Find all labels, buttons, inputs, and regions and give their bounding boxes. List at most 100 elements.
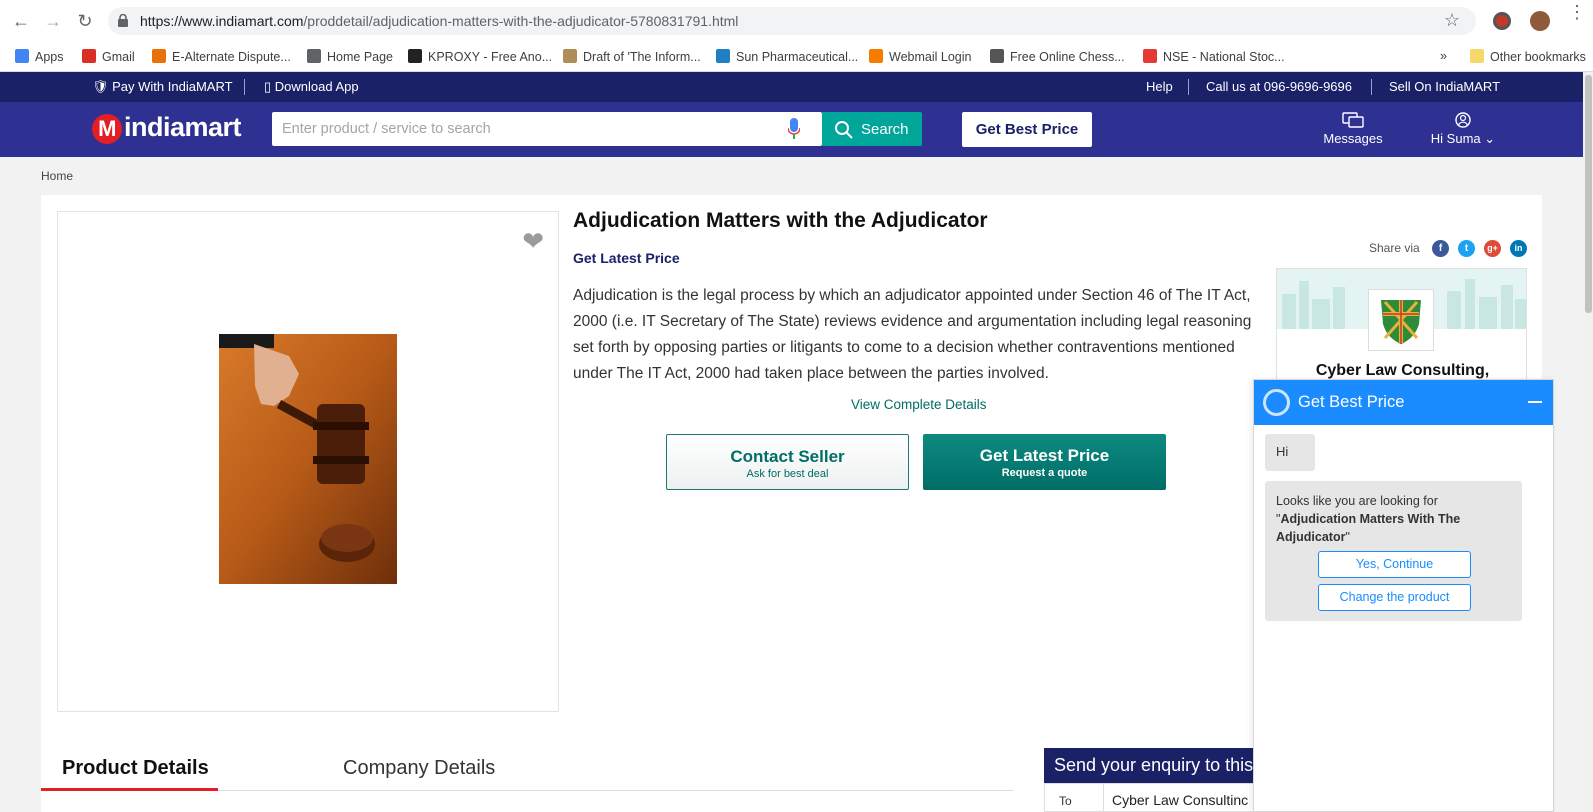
indiamart-logo[interactable]: Mindiamart xyxy=(92,112,242,146)
chat-header[interactable]: Get Best Price xyxy=(1254,380,1553,425)
chevron-down-icon: ⌄ xyxy=(1484,131,1496,146)
bookmarks-bar: » Other bookmarks Apps Gmail E-Alternate D… xyxy=(0,42,1593,72)
view-complete-details-link[interactable]: View Complete Details xyxy=(851,397,987,412)
bookmark-label: Webmail Login xyxy=(889,50,972,64)
url-path: /proddetail/adjudication-matters-with-th… xyxy=(303,13,739,29)
bookmark-label: Apps xyxy=(35,50,64,64)
download-app-link[interactable]: ▯ Download App xyxy=(264,79,359,95)
get-latest-price-link[interactable]: Get Latest Price xyxy=(573,250,680,266)
bookmark-item[interactable]: Gmail xyxy=(82,49,135,64)
bookmark-favicon-icon xyxy=(152,49,166,63)
bookmark-item[interactable]: KPROXY - Free Ano... xyxy=(408,49,552,64)
product-image[interactable] xyxy=(219,334,397,584)
extension-icon[interactable] xyxy=(1493,12,1511,30)
breadcrumb[interactable]: Home xyxy=(41,169,73,183)
minimize-icon[interactable] xyxy=(1528,401,1542,403)
top-strip: 🛡 Pay With IndiaMART ▯ Download App Help… xyxy=(0,72,1593,102)
yes-continue-button[interactable]: Yes, Continue xyxy=(1318,551,1471,578)
reload-icon[interactable]: ↻ xyxy=(74,10,96,32)
get-latest-price-label: Get Latest Price xyxy=(979,446,1110,465)
browser-menu-icon[interactable]: ⋮ xyxy=(1568,3,1586,21)
chat-widget: Get Best Price Hi Looks like you are loo… xyxy=(1253,379,1554,812)
chat-message-suffix: " xyxy=(1345,530,1350,544)
bookmark-label: Free Online Chess... xyxy=(1010,50,1125,64)
messages-icon xyxy=(1342,112,1364,128)
bookmarks-overflow-icon[interactable]: » xyxy=(1440,49,1447,63)
sell-on-indiamart-link[interactable]: Sell On IndiaMART xyxy=(1389,79,1500,94)
twitter-icon[interactable]: t xyxy=(1458,240,1475,257)
get-best-price-button[interactable]: Get Best Price xyxy=(962,112,1092,147)
contact-seller-sublabel: Ask for best deal xyxy=(746,468,829,480)
help-link[interactable]: Help xyxy=(1146,79,1173,94)
download-label: Download App xyxy=(274,79,359,94)
divider xyxy=(1371,79,1372,95)
user-menu[interactable]: Hi Suma ⌄ xyxy=(1428,112,1498,147)
bookmark-favicon-icon xyxy=(408,49,422,63)
divider xyxy=(1103,784,1104,811)
other-bookmarks-label: Other bookmarks xyxy=(1490,50,1586,64)
divider xyxy=(1188,79,1189,95)
get-latest-price-button[interactable]: Get Latest Price Request a quote xyxy=(923,434,1166,490)
bookmark-favicon-icon xyxy=(1143,49,1157,63)
contact-seller-button[interactable]: Contact Seller Ask for best deal xyxy=(666,434,909,490)
tab-product-details[interactable]: Product Details xyxy=(62,757,209,780)
url-text: https://www.indiamart.com/proddetail/adj… xyxy=(140,13,738,29)
active-tab-indicator xyxy=(41,788,218,791)
tab-company-details[interactable]: Company Details xyxy=(343,757,495,780)
share-via-label: Share via xyxy=(1369,241,1420,255)
bookmark-item[interactable]: E-Alternate Dispute... xyxy=(152,49,291,64)
forward-icon[interactable]: → xyxy=(42,10,64,32)
bookmark-item[interactable]: NSE - National Stoc... xyxy=(1143,49,1285,64)
user-icon xyxy=(1455,112,1471,128)
back-icon[interactable]: ← xyxy=(10,10,32,32)
logo-text: indiamart xyxy=(124,112,242,142)
enquiry-form: To Cyber Law Consultinc xyxy=(1044,783,1256,812)
search-input[interactable] xyxy=(272,112,772,146)
main-header: Mindiamart Search Get Best Price Message… xyxy=(0,102,1593,157)
bookmark-label: NSE - National Stoc... xyxy=(1163,50,1285,64)
chat-message-product: Adjudication Matters With The Adjudicato… xyxy=(1276,512,1461,544)
chat-message-text: Looks like you are looking for "Adjudica… xyxy=(1276,492,1516,546)
enquiry-title: Send your enquiry to this xyxy=(1044,748,1256,783)
bookmark-item[interactable]: Sun Pharmaceutical... xyxy=(716,49,858,64)
url-domain: https://www.indiamart.com xyxy=(140,13,304,29)
address-bar[interactable]: https://www.indiamart.com/proddetail/adj… xyxy=(108,7,1476,35)
facebook-icon[interactable]: f xyxy=(1432,240,1449,257)
pay-with-indiamart-link[interactable]: 🛡 Pay With IndiaMART xyxy=(92,79,233,95)
bookmark-item[interactable]: Home Page xyxy=(307,49,393,64)
bookmark-label: E-Alternate Dispute... xyxy=(172,50,291,64)
messages-button[interactable]: Messages xyxy=(1323,112,1383,146)
seller-card[interactable]: Cyber Law Consulting, xyxy=(1276,268,1527,383)
shield-icon xyxy=(1381,300,1421,344)
enquiry-to-label: To xyxy=(1059,794,1072,808)
other-bookmarks[interactable]: Other bookmarks xyxy=(1470,49,1586,64)
scrollbar-thumb[interactable] xyxy=(1585,75,1592,313)
enquiry-to-field[interactable]: Cyber Law Consultinc xyxy=(1112,792,1248,808)
chat-title: Get Best Price xyxy=(1298,393,1405,411)
bookmark-label: Home Page xyxy=(327,50,394,64)
linkedin-icon[interactable]: in xyxy=(1510,240,1527,257)
bookmark-favicon-icon xyxy=(15,49,29,63)
product-title: Adjudication Matters with the Adjudicato… xyxy=(573,209,988,232)
request-quote-sublabel: Request a quote xyxy=(1001,467,1088,479)
bookmark-label: Sun Pharmaceutical... xyxy=(736,50,859,64)
change-product-button[interactable]: Change the product xyxy=(1318,584,1471,611)
lock-icon xyxy=(118,14,128,27)
bookmark-label: KPROXY - Free Ano... xyxy=(428,50,553,64)
bookmark-item[interactable]: Apps xyxy=(15,49,64,64)
google-plus-icon[interactable]: g+ xyxy=(1484,240,1501,257)
search-button[interactable]: Search xyxy=(822,112,922,146)
bookmark-item[interactable]: Free Online Chess... xyxy=(990,49,1125,64)
bookmark-favicon-icon xyxy=(563,49,577,63)
bookmark-item[interactable]: Webmail Login xyxy=(869,49,971,64)
bookmark-favicon-icon xyxy=(307,49,321,63)
heart-icon[interactable]: ❤ xyxy=(522,226,544,257)
logo-m-icon: M xyxy=(92,113,122,144)
bookmark-label: Draft of 'The Inform... xyxy=(583,50,701,64)
bookmark-star-icon[interactable]: ☆ xyxy=(1444,10,1460,31)
contact-seller-label: Contact Seller xyxy=(730,447,845,466)
folder-icon xyxy=(1470,49,1484,63)
bookmark-item[interactable]: Draft of 'The Inform... xyxy=(563,49,701,64)
microphone-icon[interactable] xyxy=(788,118,800,140)
profile-avatar[interactable] xyxy=(1530,11,1550,31)
